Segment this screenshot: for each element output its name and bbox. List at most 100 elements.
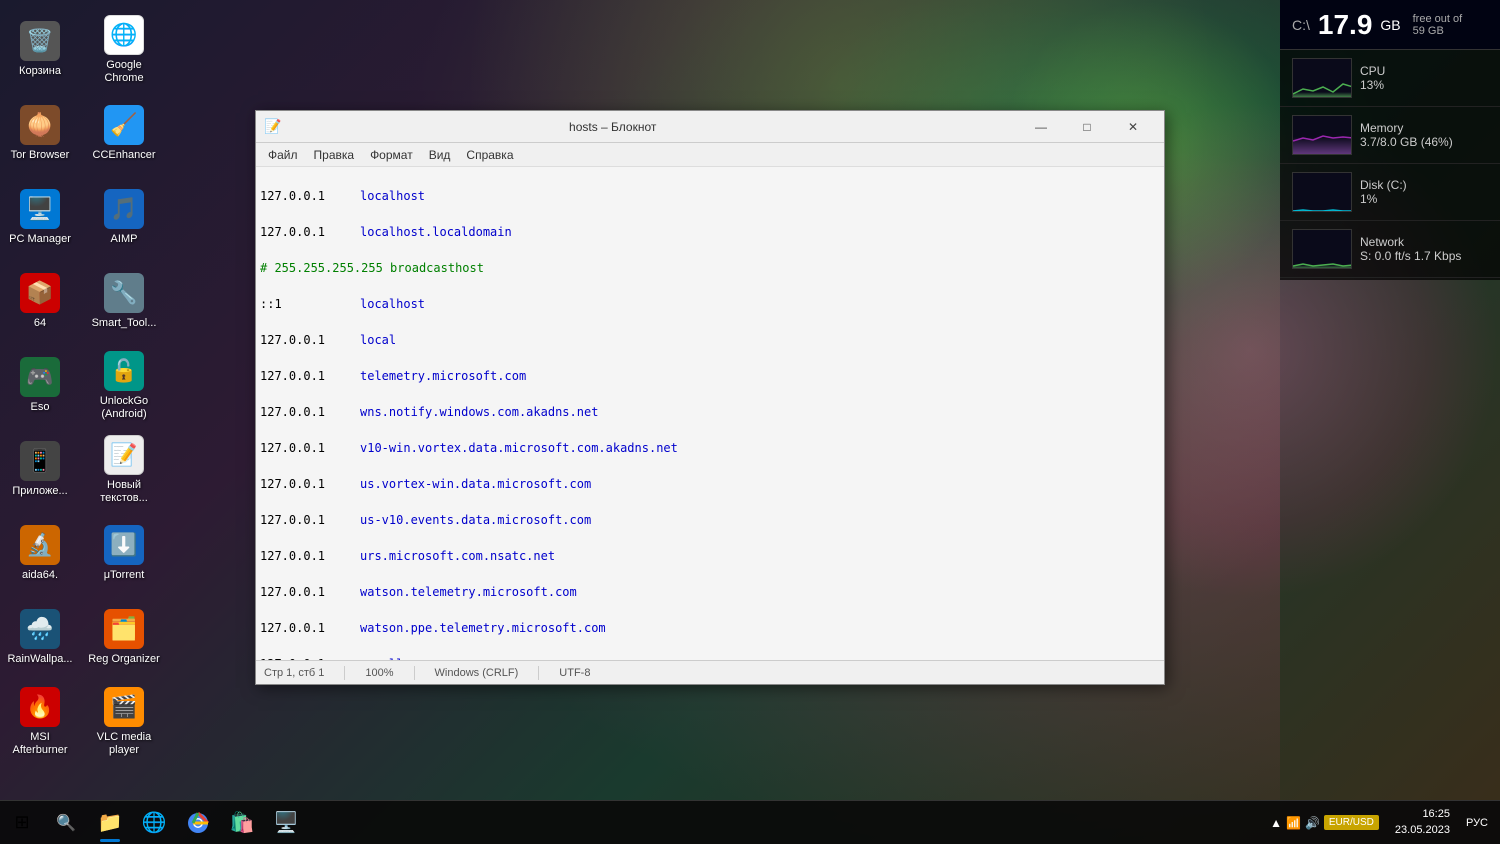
clock-time: 16:25 xyxy=(1395,807,1450,822)
pcmanager-icon: 🖥️ xyxy=(20,189,60,229)
taskbar-search-button[interactable]: 🔍 xyxy=(44,801,88,844)
window-controls: — □ ✕ xyxy=(1018,111,1156,143)
memory-graph xyxy=(1292,115,1352,155)
disk-free-label: free out of xyxy=(1413,13,1463,25)
notepad-menubar: Файл Правка Формат Вид Справка xyxy=(256,143,1164,167)
stat-cpu: CPU 13% xyxy=(1280,50,1500,107)
ccenhancer-icon: 🧹 xyxy=(104,105,144,145)
disk-name: Disk (C:) xyxy=(1360,178,1488,192)
taskbar-edge[interactable]: 🌐 xyxy=(132,801,176,844)
active-indicator xyxy=(100,839,120,842)
desktop-icon-smarttool[interactable]: 🔧 Smart_Tool... xyxy=(84,262,164,342)
notepad-content-area: 127.0.0.1 localhost 127.0.0.1 localhost.… xyxy=(256,167,1164,660)
disk-graph xyxy=(1292,172,1352,212)
aida64-label: aida64. xyxy=(22,569,58,582)
desktop-icon-msiafter[interactable]: 🔥 MSI Afterburner xyxy=(0,682,80,762)
taskbar-file-explorer[interactable]: 📁 xyxy=(88,801,132,844)
rainwall-icon: 🌧️ xyxy=(20,609,60,649)
language-indicator[interactable]: РУС xyxy=(1462,817,1492,829)
disk-path-label: C:\ xyxy=(1292,17,1310,33)
status-sep-3 xyxy=(538,666,539,680)
chrome-icon: 🌐 xyxy=(104,15,144,55)
close-button[interactable]: ✕ xyxy=(1110,111,1156,143)
notepad-window: 📝 hosts – Блокнот — □ ✕ Файл Правка Форм… xyxy=(255,110,1165,685)
desktop-icon-regorg[interactable]: 🗂️ Reg Organizer xyxy=(84,598,164,678)
desktop-icon-64[interactable]: 📦 64 xyxy=(0,262,80,342)
tor-label: Tor Browser xyxy=(11,149,70,162)
desktop-icon-pcmanager[interactable]: 🖥️ PC Manager xyxy=(0,178,80,258)
notepad-statusbar: Стр 1, стб 1 100% Windows (CRLF) UTF-8 xyxy=(256,660,1164,684)
desktop-icon-chrome[interactable]: 🌐 Google Chrome xyxy=(84,10,164,90)
desktop-icon-recycle[interactable]: 🗑️ Корзина xyxy=(0,10,80,90)
notepad-titlebar[interactable]: 📝 hosts – Блокнот — □ ✕ xyxy=(256,111,1164,143)
taskbar-store[interactable]: 🛍️ xyxy=(220,801,264,844)
desktop-icon-eso[interactable]: 🎮 Eso xyxy=(0,346,80,426)
disk-unit-label: GB xyxy=(1380,17,1400,33)
desktop-icon-apps[interactable]: 📱 Приложе... xyxy=(0,430,80,510)
network-graph xyxy=(1292,229,1352,269)
extra-icon: 🖥️ xyxy=(272,809,300,837)
desktop-icon-ccenhancer[interactable]: 🧹 CCEnhancer xyxy=(84,94,164,174)
desktop-icon-vlc[interactable]: 🎬 VLC media player xyxy=(84,682,164,762)
windows-logo-icon: ⊞ xyxy=(8,809,36,837)
taskbar-extra-app[interactable]: 🖥️ xyxy=(264,801,308,844)
status-zoom: 100% xyxy=(365,667,393,679)
regorg-icon: 🗂️ xyxy=(104,609,144,649)
stat-network: Network S: 0.0 ft/s 1.7 Kbps xyxy=(1280,221,1500,278)
network-name: Network xyxy=(1360,235,1488,249)
rainwall-label: RainWallpa... xyxy=(7,653,72,666)
search-icon: 🔍 xyxy=(52,809,80,837)
cpu-name: CPU xyxy=(1360,64,1488,78)
notepad-title: hosts – Блокнот xyxy=(287,120,938,134)
recycle-icon: 🗑️ xyxy=(20,21,60,61)
chrome-taskbar-icon xyxy=(184,809,212,837)
taskbar-right: ▲ 📶 🔊 EUR/USD 16:25 23.05.2023 РУС xyxy=(1270,807,1500,838)
notepad-text-scroll[interactable]: 127.0.0.1 localhost 127.0.0.1 localhost.… xyxy=(256,167,1164,660)
aimp-label: AIMP xyxy=(111,233,138,246)
apps-label: Приложе... xyxy=(12,485,67,498)
taskbar: ⊞ 🔍 📁 🌐 🛍️ xyxy=(0,800,1500,844)
disk-info: Disk (C:) 1% xyxy=(1360,178,1488,206)
desktop-icon-aimp[interactable]: 🎵 AIMP xyxy=(84,178,164,258)
cpu-info: CPU 13% xyxy=(1360,64,1488,92)
stats-grid: CPU 13% Memory 3.7/8.0 GB (46%) xyxy=(1280,50,1500,280)
clock-date: 23.05.2023 xyxy=(1395,823,1450,838)
taskbar-chrome[interactable] xyxy=(176,801,220,844)
chevron-up-icon[interactable]: ▲ xyxy=(1270,816,1282,830)
status-sep-2 xyxy=(414,666,415,680)
maximize-button[interactable]: □ xyxy=(1064,111,1110,143)
menu-file[interactable]: Файл xyxy=(260,146,306,164)
desktop-icon-tor[interactable]: 🧅 Tor Browser xyxy=(0,94,80,174)
taskbar-clock: 16:25 23.05.2023 xyxy=(1387,807,1458,838)
msiafter-label: MSI Afterburner xyxy=(4,731,76,757)
status-encoding: UTF-8 xyxy=(559,667,590,679)
minimize-button[interactable]: — xyxy=(1018,111,1064,143)
cpu-graph xyxy=(1292,58,1352,98)
menu-edit[interactable]: Правка xyxy=(306,146,363,164)
currency-badge: EUR/USD xyxy=(1324,815,1379,830)
tor-icon: 🧅 xyxy=(20,105,60,145)
newtxt-label: Новый текстов... xyxy=(88,479,160,505)
desktop-icon-rainwall[interactable]: 🌧️ RainWallpa... xyxy=(0,598,80,678)
stat-memory: Memory 3.7/8.0 GB (46%) xyxy=(1280,107,1500,164)
desktop-icon-unlockgo[interactable]: 🔓 UnlockGo (Android) xyxy=(84,346,164,426)
desktop-icon-utorrent[interactable]: ⬇️ μTorrent xyxy=(84,514,164,594)
volume-tray-icon: 🔊 xyxy=(1305,816,1320,830)
utorrent-label: μTorrent xyxy=(104,569,145,582)
desktop-icon-newtxt[interactable]: 📝 Новый текстов... xyxy=(84,430,164,510)
unlockgo-label: UnlockGo (Android) xyxy=(88,395,160,421)
taskbar-start-button[interactable]: ⊞ xyxy=(0,801,44,844)
64-icon: 📦 xyxy=(20,273,60,313)
vlc-label: VLC media player xyxy=(88,731,160,757)
menu-view[interactable]: Вид xyxy=(421,146,459,164)
network-info: Network S: 0.0 ft/s 1.7 Kbps xyxy=(1360,235,1488,263)
vlc-icon: 🎬 xyxy=(104,687,144,727)
menu-help[interactable]: Справка xyxy=(458,146,521,164)
disk-value: 1% xyxy=(1360,192,1488,206)
menu-format[interactable]: Формат xyxy=(362,146,421,164)
apps-icon: 📱 xyxy=(20,441,60,481)
desktop-icon-aida64[interactable]: 🔬 aida64. xyxy=(0,514,80,594)
edge-icon: 🌐 xyxy=(140,809,168,837)
hosts-content: 127.0.0.1 localhost 127.0.0.1 localhost.… xyxy=(260,169,1160,660)
currency-label: EUR/USD xyxy=(1329,817,1374,828)
